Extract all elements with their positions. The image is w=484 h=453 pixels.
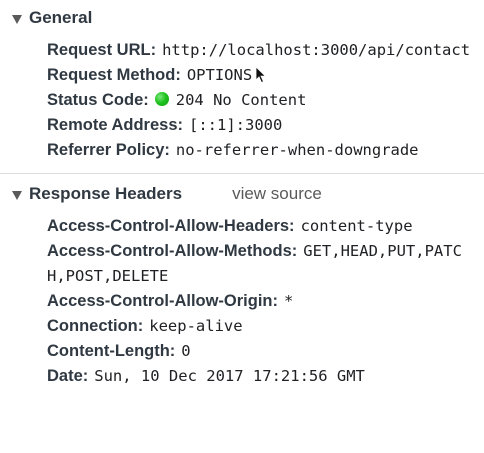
general-row-status-code: Status Code: 204 No Content — [47, 88, 478, 113]
row-value: [::1]:3000 — [189, 116, 283, 134]
row-value: 204 No Content — [175, 91, 307, 109]
row-value: OPTIONS — [186, 66, 253, 84]
row-key: Access-Control-Allow-Methods: — [47, 242, 298, 260]
general-section-header[interactable]: General — [0, 4, 484, 32]
general-rows: Request URL: http://localhost:3000/api/co… — [0, 32, 484, 173]
row-value: 0 — [181, 342, 191, 360]
general-row-referrer-policy: Referrer Policy: no-referrer-when-downgra… — [47, 138, 478, 163]
response-headers-title: Response Headers — [29, 184, 183, 203]
general-row-request-url: Request URL: http://localhost:3000/api/co… — [47, 38, 478, 63]
row-value: content-type — [300, 217, 413, 235]
general-row-remote-address: Remote Address: [::1]:3000 — [47, 113, 478, 138]
row-value: http://localhost:3000/api/contact — [162, 41, 471, 59]
row-key: Remote Address: — [47, 116, 184, 134]
row-key: Access-Control-Allow-Origin: — [47, 292, 279, 310]
headers-panel: General Request URL: http://localhost:300… — [0, 0, 484, 453]
triangle-down-icon[interactable] — [12, 14, 22, 24]
row-value: * — [284, 292, 294, 310]
response-row-acah: Access-Control-Allow-Headers: content-typ… — [47, 214, 478, 239]
row-value: Sun, 10 Dec 2017 17:21:56 GMT — [94, 367, 365, 385]
row-key: Date: — [47, 367, 89, 385]
row-key: Connection: — [47, 317, 144, 335]
response-headers-section-header[interactable]: Response Headers view source — [0, 180, 484, 208]
row-value: no-referrer-when-downgrade — [175, 141, 419, 159]
response-row-acam: Access-Control-Allow-Methods: GET,HEAD,PU… — [47, 239, 478, 289]
general-title: General — [29, 8, 93, 27]
response-row-date: Date: Sun, 10 Dec 2017 17:21:56 GMT — [47, 364, 478, 389]
row-value: keep-alive — [149, 317, 243, 335]
row-key: Referrer Policy: — [47, 141, 170, 159]
triangle-down-icon[interactable] — [12, 190, 22, 200]
response-row-connection: Connection: keep-alive — [47, 314, 478, 339]
row-key: Access-Control-Allow-Headers: — [47, 217, 295, 235]
general-row-request-method: Request Method: OPTIONS — [47, 63, 478, 88]
row-key: Status Code: — [47, 91, 149, 109]
view-source-link[interactable]: view source — [232, 184, 322, 204]
mouse-cursor-icon — [255, 66, 267, 84]
row-key: Request Method: — [47, 66, 181, 84]
status-dot-icon — [154, 92, 169, 106]
row-key: Content-Length: — [47, 342, 176, 360]
row-key: Request URL: — [47, 41, 157, 59]
section-divider — [0, 173, 484, 174]
response-headers-rows: Access-Control-Allow-Headers: content-typ… — [0, 208, 484, 389]
response-row-content-length: Content-Length: 0 — [47, 339, 478, 364]
response-row-acao: Access-Control-Allow-Origin: * — [47, 289, 478, 314]
